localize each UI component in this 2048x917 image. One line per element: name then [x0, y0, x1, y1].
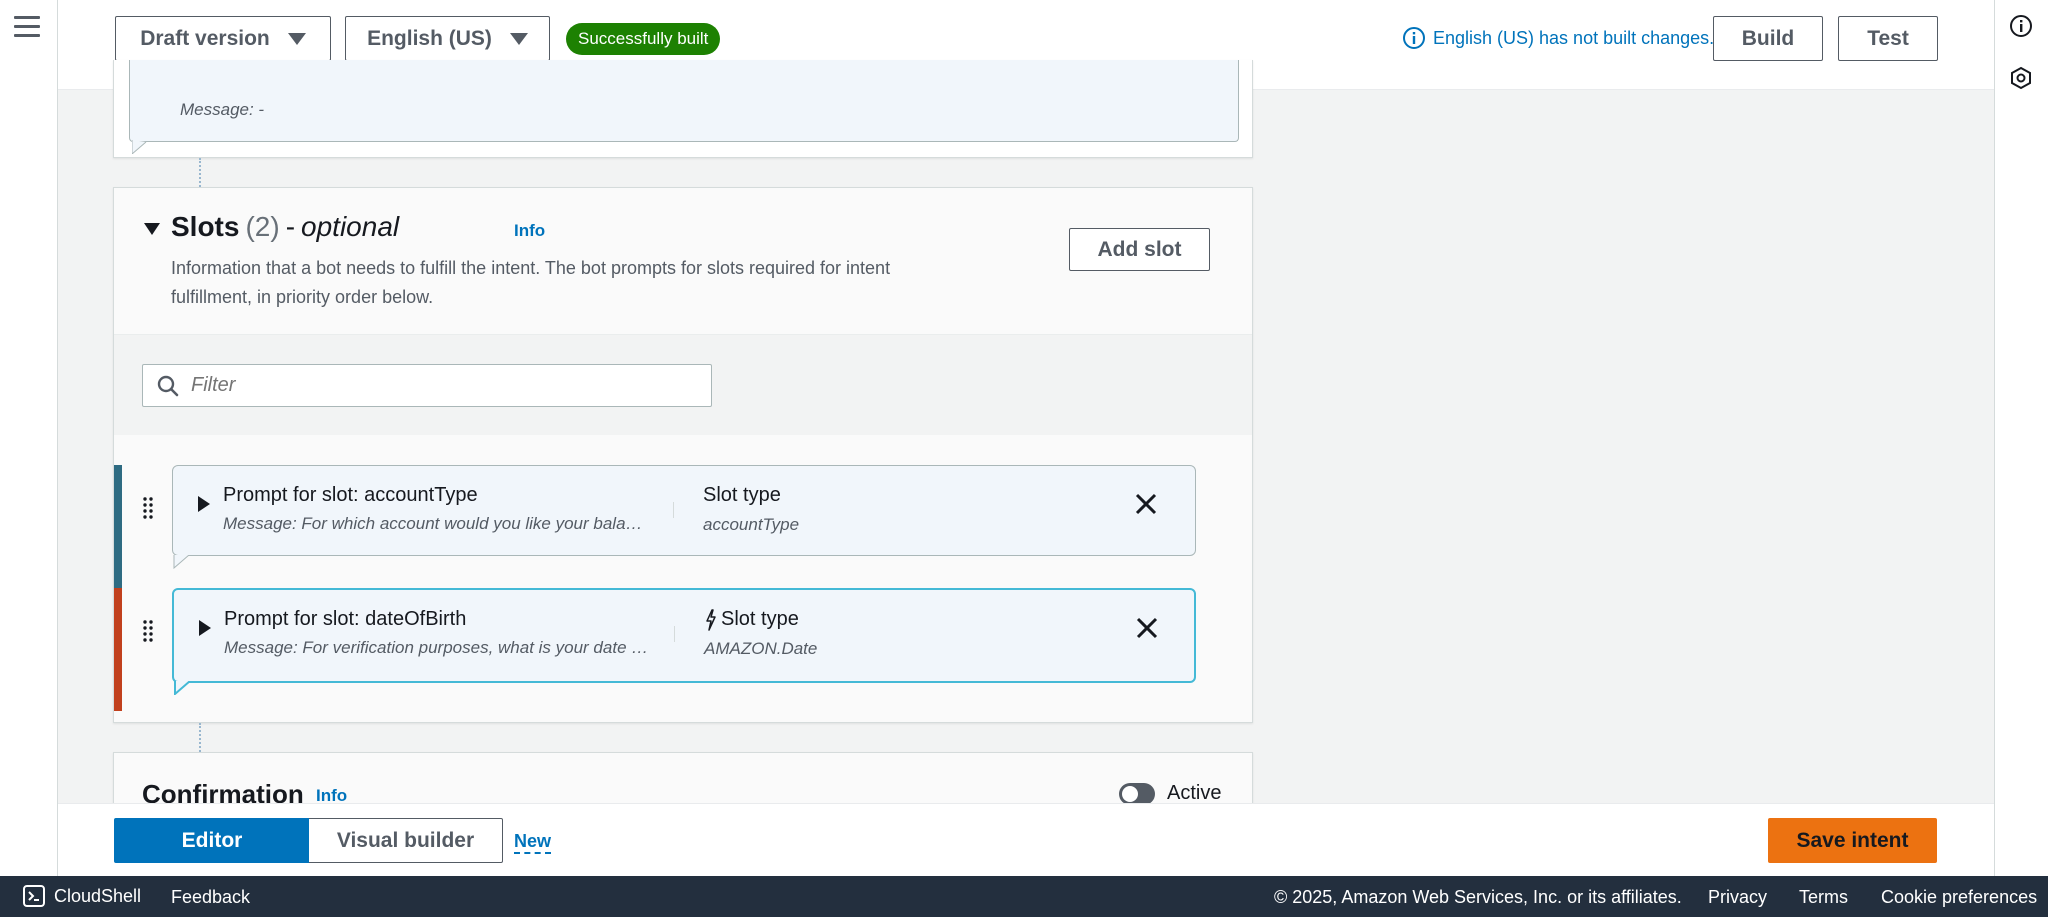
- active-toggle[interactable]: [1119, 783, 1155, 805]
- slots-description: Information that a bot needs to fulfill …: [171, 258, 891, 307]
- slot-type-value: accountType: [703, 515, 800, 534]
- build-status-message: English (US) has not built changes.: [1402, 26, 1714, 50]
- divider: [673, 502, 674, 518]
- bottom-action-bar: Editor Visual builder New Save intent: [58, 803, 1994, 876]
- slots-heading: Slots (2) - optional: [171, 211, 399, 243]
- right-utility-rail: [1994, 0, 2048, 876]
- slot-prompt-message: Message: For which account would you lik…: [223, 514, 648, 533]
- save-intent-button[interactable]: Save intent: [1768, 818, 1937, 863]
- language-dropdown[interactable]: English (US): [345, 16, 550, 61]
- new-badge-link[interactable]: New: [514, 831, 552, 854]
- test-button[interactable]: Test: [1838, 16, 1938, 61]
- slots-count: (2): [245, 211, 280, 242]
- language-dropdown-label: English (US): [367, 26, 492, 50]
- slots-info-link[interactable]: Info: [514, 221, 545, 241]
- slot-card[interactable]: Prompt for slot: accountType Message: Fo…: [172, 465, 1196, 569]
- message-bubble: Message: -: [129, 60, 1239, 142]
- slot-type-label-text: Slot type: [703, 484, 781, 506]
- divider: [674, 626, 675, 642]
- cookie-preferences-link[interactable]: Cookie preferences: [1881, 887, 2037, 908]
- build-status-badge: Successfully built: [566, 23, 721, 55]
- drag-handle-icon[interactable]: [142, 618, 154, 642]
- security-settings-icon[interactable]: [2008, 65, 2034, 91]
- slots-panel: Slots (2) - optional Info Information th…: [113, 187, 1253, 723]
- message-text: Message: -: [180, 100, 265, 119]
- left-navigation-rail: [0, 0, 58, 876]
- slot-type-label: Slot type: [704, 608, 799, 631]
- flow-connector: [199, 723, 201, 752]
- filter-area: [114, 335, 1252, 435]
- slot-prompt-title: Prompt for slot: accountType: [223, 484, 478, 506]
- filter-input[interactable]: [191, 374, 691, 397]
- priority-color-bar: [114, 588, 122, 711]
- bubble-tail: [174, 681, 191, 695]
- version-dropdown[interactable]: Draft version: [115, 16, 331, 61]
- slot-prompt-title: Prompt for slot: dateOfBirth: [224, 608, 467, 630]
- menu-icon[interactable]: [14, 16, 40, 38]
- slot-row-accounttype: Prompt for slot: accountType Message: Fo…: [114, 465, 1252, 588]
- slot-type-label: Slot type: [703, 484, 781, 507]
- lightning-icon: [706, 608, 716, 631]
- slots-title: Slots: [171, 211, 240, 242]
- info-circle-icon: [1403, 27, 1425, 49]
- slot-card-selected[interactable]: Prompt for slot: dateOfBirth Message: Fo…: [172, 588, 1196, 695]
- previous-section-panel: Message: -: [113, 60, 1253, 158]
- priority-color-bar: [114, 465, 122, 588]
- expand-row-icon[interactable]: [198, 496, 210, 512]
- visual-builder-tab[interactable]: Visual builder: [309, 818, 503, 863]
- slots-dash: -: [285, 211, 296, 242]
- drag-handle-icon[interactable]: [142, 495, 154, 519]
- slot-type-label-text: Slot type: [721, 608, 799, 630]
- bubble-tail: [132, 140, 147, 154]
- slots-header: Slots (2) - optional Info Information th…: [114, 188, 1252, 335]
- console-footer: CloudShell Feedback © 2025, Amazon Web S…: [0, 876, 2048, 917]
- collapse-toggle-icon[interactable]: [144, 223, 160, 235]
- bubble-tail: [173, 555, 190, 569]
- add-slot-button[interactable]: Add slot: [1069, 228, 1210, 271]
- search-icon: [157, 375, 179, 396]
- privacy-link[interactable]: Privacy: [1708, 887, 1767, 908]
- filter-field[interactable]: [142, 364, 712, 407]
- flow-connector: [199, 158, 201, 187]
- copyright-text: © 2025, Amazon Web Services, Inc. or its…: [1274, 887, 1682, 907]
- slots-optional-label: optional: [301, 211, 400, 242]
- slot-type-value: AMAZON.Date: [704, 639, 818, 658]
- info-icon[interactable]: [2008, 13, 2034, 39]
- close-icon[interactable]: [1134, 615, 1160, 641]
- cloudshell-label: CloudShell: [54, 885, 142, 906]
- build-status-text: English (US) has not built changes.: [1433, 27, 1715, 48]
- terms-link[interactable]: Terms: [1799, 887, 1848, 908]
- cloudshell-icon: [23, 885, 45, 907]
- caret-down-icon: [509, 32, 528, 45]
- active-toggle-label: Active: [1167, 782, 1222, 804]
- build-button[interactable]: Build: [1713, 16, 1823, 61]
- slot-row-dateofbirth: Prompt for slot: dateOfBirth Message: Fo…: [114, 588, 1252, 711]
- slot-prompt-message: Message: For verification purposes, what…: [224, 638, 649, 657]
- expand-row-icon[interactable]: [199, 620, 211, 636]
- version-dropdown-label: Draft version: [140, 26, 270, 50]
- caret-down-icon: [287, 32, 306, 45]
- editor-tab[interactable]: Editor: [114, 818, 310, 863]
- close-icon[interactable]: [1133, 491, 1159, 517]
- feedback-link[interactable]: Feedback: [171, 887, 250, 908]
- cloudshell-button[interactable]: CloudShell: [22, 884, 141, 908]
